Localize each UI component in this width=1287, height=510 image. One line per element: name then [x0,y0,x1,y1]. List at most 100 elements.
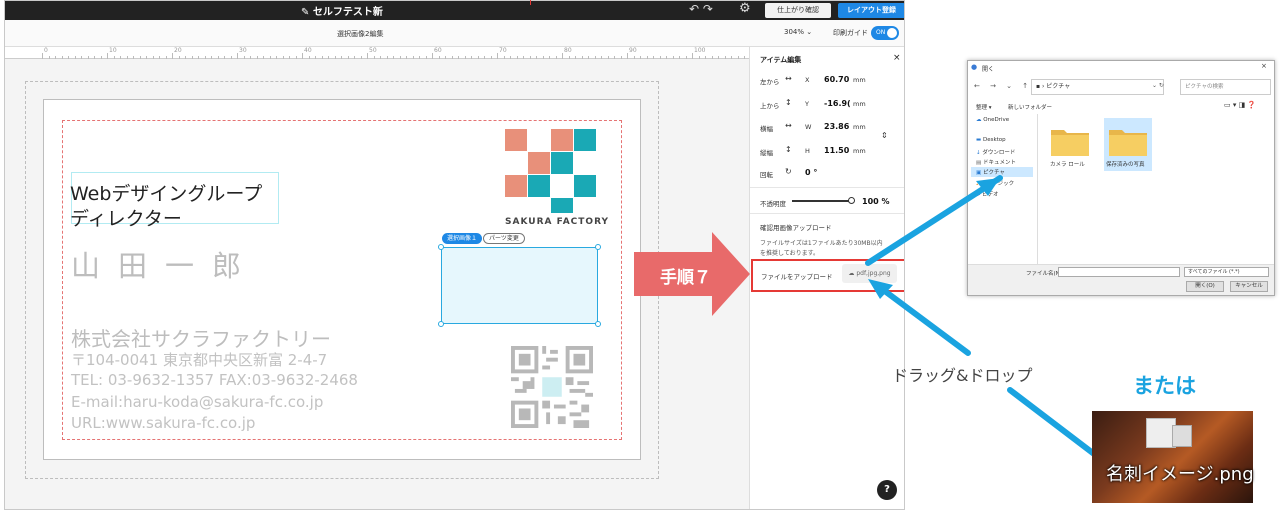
zoom-select[interactable]: 304% ⌄ [784,28,812,36]
gear-icon[interactable]: ⚙ [739,1,751,16]
ruler-number: 30 [239,47,247,54]
resize-handle[interactable] [438,321,444,327]
search-input[interactable]: ピクチャの検索 [1180,79,1271,95]
folder-icon[interactable] [1050,125,1090,157]
new-folder-button[interactable]: 新しいフォルダー [1008,103,1052,111]
prop-w-value[interactable]: 23.86 [824,122,849,131]
horizontal-arrow-icon: ↔ [785,121,792,130]
company-name[interactable]: 株式会社サクラファクトリー [71,323,331,352]
email-text[interactable]: E-mail:haru-koda@sakura-fc.co.jp [71,393,323,411]
arrow-from-thumbnail [1007,387,1105,463]
folder-label: 保存済みの写真 [1106,162,1145,168]
change-parts-button[interactable]: パーツ変更 [483,233,525,244]
vertical-arrow-icon: ↕ [785,145,792,154]
upload-file-label: ファイルをアップロード [761,273,833,281]
horizontal-arrow-icon: ↔ [785,74,792,83]
editor-window: ✎ セルフテスト新 ↶ ↷ ⚙ 仕上がり確認 レイアウト登録 選択画像2編集 3… [4,0,905,510]
edit-mode-label: 選択画像2編集 [337,30,384,38]
prop-unit: mm [853,76,866,84]
aspect-lock-icon[interactable]: ⇕ [881,131,888,140]
prop-y-value[interactable]: -16.9( [824,99,851,108]
toggle-on-label: ON [876,29,886,36]
ruler-number: 90 [629,47,637,54]
prop-x-value[interactable]: 60.70 [824,75,849,84]
nav-item-documents[interactable]: ▤ ドキュメント [976,158,1016,166]
panel-title: アイテム編集 [760,56,802,64]
opacity-slider[interactable] [792,200,852,202]
prop-axis: X [805,76,810,84]
ruler-number: 0 [44,47,48,54]
prop-label: 上から [760,102,780,110]
filetype-select[interactable]: すべてのファイル (*.*) [1184,267,1269,277]
url-text[interactable]: URL:www.sakura-fc.co.jp [71,414,255,432]
register-layout-button[interactable]: レイアウト登録 [838,3,904,18]
job-title-line1[interactable]: Webデザイングループ [70,179,262,206]
nav-item-videos[interactable]: ▶ ビデオ [976,190,999,198]
top-bar: ✎ セルフテスト新 ↶ ↷ ⚙ 仕上がり確認 レイアウト登録 [5,1,904,20]
nav-item-desktop[interactable]: ▬ Desktop [976,137,1006,143]
open-button[interactable]: 開く(O) [1186,281,1224,292]
dialog-title: 開く [982,66,995,73]
file-open-dialog: ● 開く × ← → ⌄ ↑ ▪ › ピクチャ ⌄ ↻ ピクチャの検索 整理 ▾… [967,60,1275,296]
resize-handle[interactable] [438,244,444,250]
close-icon[interactable]: × [1261,62,1267,70]
or-label: または [1133,374,1196,398]
prop-label: 回転 [760,171,773,179]
prop-h-value[interactable]: 11.50 [824,146,849,155]
picture-icon: ▣ [976,170,983,176]
help-button[interactable]: ? [877,480,897,500]
opacity-slider-knob[interactable] [848,197,855,204]
tel-fax-text[interactable]: TEL: 03-9632-1357 FAX:03-9632-2468 [71,371,358,389]
prop-axis: Y [805,100,809,108]
organize-menu[interactable]: 整理 ▾ [976,103,992,111]
step-label: 手順７ [660,268,711,288]
nav-item-downloads[interactable]: ↓ ダウンロード [976,148,1015,156]
print-guide-label: 印刷ガイド [833,29,868,37]
close-icon[interactable]: × [893,53,901,63]
divider [750,187,904,188]
prop-rotation-value[interactable]: 0 ° [805,168,817,177]
qr-code[interactable] [511,346,593,428]
folder-icon[interactable] [1108,125,1148,157]
document-title[interactable]: ✎ セルフテスト新 [301,3,383,18]
ruler-number: 80 [564,47,572,54]
nav-item-pictures[interactable]: ▣ ピクチャ [976,168,1005,176]
logo-text: SAKURA FACTORY [505,217,610,227]
nav-buttons[interactable]: ← → ⌄ ↑ [974,82,1032,90]
nav-item-music[interactable]: ♪ ミュージック [976,179,1014,187]
print-guide-toggle[interactable]: ON [871,26,899,40]
undo-redo-icons[interactable]: ↶ ↷ [689,2,713,16]
prop-axis: W [805,123,812,131]
person-name[interactable]: 山田一郎 [71,243,259,285]
cancel-button[interactable]: キャンセル [1230,281,1268,292]
ruler: 0 10 20 30 40 50 60 70 80 90 100 [5,47,752,59]
selected-image-tag[interactable]: 選択画像１ [442,233,483,244]
prop-label: 横幅 [760,125,773,133]
prop-label: 左から [760,78,780,86]
chrome-icon: ● [971,63,978,71]
job-title-line2[interactable]: ディレクター [70,204,182,231]
filename-input[interactable] [1058,267,1180,277]
view-options-icons[interactable]: ▭ ▾ ◨ ❓ [1224,101,1256,109]
address-text[interactable]: 〒104-0041 東京都中央区新富 2-4-7 [71,349,327,370]
red-marker [530,0,531,5]
ruler-number: 40 [304,47,312,54]
selected-image-slot[interactable] [438,244,601,327]
prop-unit: mm [853,100,866,108]
ruler-number: 10 [109,47,117,54]
nav-item-onedrive[interactable]: ☁ OneDrive [976,117,1009,123]
thumbnail-filename: 名刺イメージ.png [1106,464,1254,485]
address-controls[interactable]: ⌄ ↻ [1152,82,1164,89]
preview-check-button[interactable]: 仕上がり確認 [765,3,831,18]
address-bar[interactable]: ▪ › ピクチャ [1031,79,1164,95]
upload-section-title: 確認用画像アップロード [760,224,832,232]
upload-file-types: pdf,jpg,png [856,270,891,277]
rotate-icon: ↻ [785,167,792,176]
resize-handle[interactable] [595,244,601,250]
toggle-knob [887,28,897,38]
prop-unit: mm [853,147,866,155]
document-icon: ▤ [976,160,983,166]
resize-handle[interactable] [595,321,601,327]
upload-file-button[interactable]: ☁ pdf,jpg,png [842,264,897,283]
sakura-factory-logo[interactable] [505,129,597,213]
